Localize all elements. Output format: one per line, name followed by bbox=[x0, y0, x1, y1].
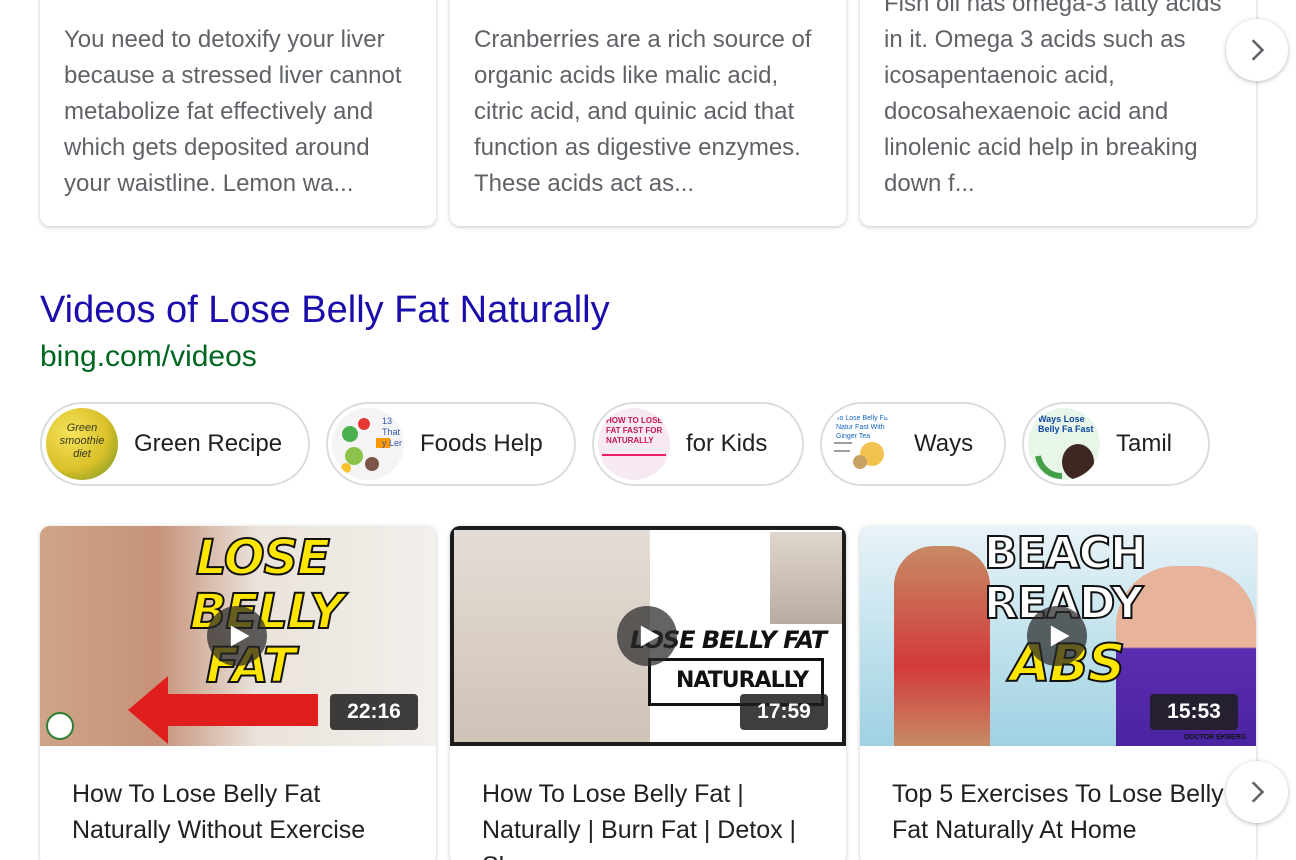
thumb-inset-photo bbox=[770, 532, 842, 624]
thumb-arrow-head bbox=[128, 676, 168, 744]
chip-label: for Kids bbox=[686, 430, 768, 457]
video-title[interactable]: How To Lose Belly Fat | Naturally | Burn… bbox=[482, 776, 822, 860]
chip-for-kids[interactable]: HOW TO LOSE FAT FAST FOR NATURALLY for K… bbox=[592, 402, 804, 486]
play-icon bbox=[230, 625, 250, 647]
thumb-word: NATURALLY bbox=[676, 668, 809, 693]
chip-label: Green Recipe bbox=[134, 430, 283, 457]
chip-thumb-text: HOW TO LOSE FAT FAST FOR NATURALLY bbox=[606, 416, 663, 445]
play-icon bbox=[640, 625, 660, 647]
tamil-illustration bbox=[1035, 444, 1094, 480]
chip-thumb-text: 13 That y Ler bbox=[382, 416, 403, 448]
video-card[interactable]: BEACH READY ABS DOCTOR EKBERG 15:53 Top … bbox=[860, 526, 1256, 860]
video-duration: 22:16 bbox=[330, 694, 418, 730]
play-icon bbox=[1050, 625, 1070, 647]
chip-label: Ways bbox=[914, 430, 974, 457]
chip-thumbnail: 13 That y Ler bbox=[332, 408, 404, 480]
video-thumbnail: LOSE BELLY FAT NATURALLY 17:59 bbox=[450, 526, 846, 746]
chip-green-recipe[interactable]: Green smoothie diet Green Recipe bbox=[40, 402, 310, 486]
play-button[interactable] bbox=[617, 606, 677, 666]
snippet-card-fish-oil[interactable]: Fish oil has omega-3 fatty acids in it. … bbox=[860, 0, 1256, 226]
snippet-text: Fish oil has omega-3 fatty acids in it. … bbox=[884, 0, 1222, 197]
snippet-card-cranberries[interactable]: Cranberries are a rich source of organic… bbox=[450, 0, 846, 226]
thumb-credit: DOCTOR EKBERG bbox=[1184, 734, 1247, 741]
channel-logo-icon bbox=[46, 712, 74, 740]
video-duration: 15:53 bbox=[1150, 694, 1238, 730]
thumb-word: BEACH bbox=[983, 527, 1148, 580]
chip-thumbnail: To Lose Belly Fat Natur Fast With Ginger… bbox=[826, 408, 898, 480]
thumb-person-left bbox=[894, 546, 990, 746]
thumb-line bbox=[602, 454, 666, 456]
chip-thumbnail: Ways Lose Belly Fa Fast bbox=[1028, 408, 1100, 480]
thumb-word: LOSE bbox=[195, 529, 331, 587]
chip-thumbnail: Green smoothie diet bbox=[46, 408, 118, 480]
section-title[interactable]: Videos of Lose Belly Fat Naturally bbox=[40, 287, 610, 333]
thumb-arrow bbox=[158, 694, 318, 726]
video-thumbnail: LOSE BELLY FAT 22:16 bbox=[40, 526, 436, 746]
snippet-text: Cranberries are a rich source of organic… bbox=[474, 26, 812, 197]
chip-foods-help[interactable]: 13 That y Ler Foods Help bbox=[326, 402, 576, 486]
chevron-right-icon bbox=[1251, 39, 1265, 61]
video-card[interactable]: LOSE BELLY FAT NATURALLY 17:59 How To Lo… bbox=[450, 526, 846, 860]
chip-label: Foods Help bbox=[420, 430, 543, 457]
chip-tamil[interactable]: Ways Lose Belly Fa Fast Tamil bbox=[1022, 402, 1210, 486]
video-title[interactable]: Top 5 Exercises To Lose Belly Fat Natura… bbox=[892, 776, 1232, 848]
chevron-right-icon bbox=[1251, 781, 1265, 803]
video-duration: 17:59 bbox=[740, 694, 828, 730]
chip-thumbnail: HOW TO LOSE FAT FAST FOR NATURALLY bbox=[598, 408, 670, 480]
videos-next-button[interactable] bbox=[1226, 761, 1288, 823]
cards-next-button[interactable] bbox=[1226, 19, 1288, 81]
play-button[interactable] bbox=[207, 606, 267, 666]
play-button[interactable] bbox=[1027, 606, 1087, 666]
snippet-card-liver[interactable]: You need to detoxify your liver because … bbox=[40, 0, 436, 226]
video-thumbnail: BEACH READY ABS DOCTOR EKBERG 15:53 bbox=[860, 526, 1256, 746]
chip-label: Tamil bbox=[1116, 430, 1173, 457]
section-source: bing.com/videos bbox=[40, 340, 257, 373]
video-card[interactable]: LOSE BELLY FAT 22:16 How To Lose Belly F… bbox=[40, 526, 436, 860]
video-title[interactable]: How To Lose Belly Fat Naturally Without … bbox=[72, 776, 412, 848]
ginger-illustration bbox=[834, 442, 884, 469]
snippet-text: You need to detoxify your liver because … bbox=[64, 26, 402, 197]
chip-thumb-text: Green smoothie diet bbox=[59, 422, 105, 460]
chip-ways[interactable]: To Lose Belly Fat Natur Fast With Ginger… bbox=[820, 402, 1006, 486]
